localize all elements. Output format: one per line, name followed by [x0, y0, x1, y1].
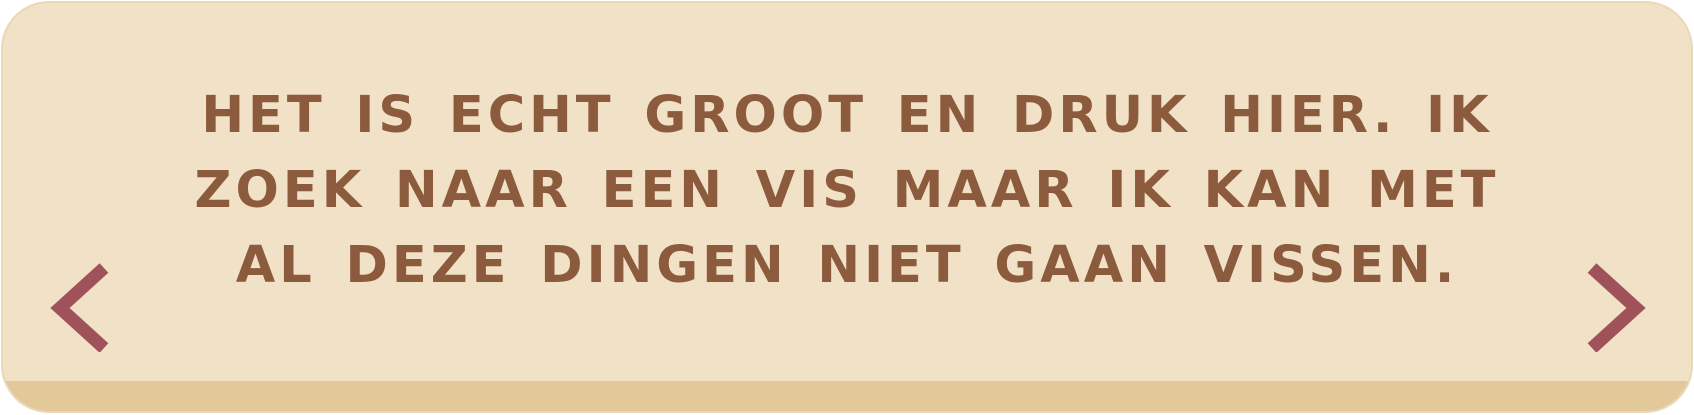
chevron-left-icon [50, 263, 109, 352]
next-button[interactable] [1580, 262, 1646, 352]
chevron-right-icon [1587, 263, 1646, 352]
dialog-panel-footer-strip [3, 381, 1691, 411]
dialog-text: Het is echt groot en druk hier. Ik zoek … [194, 86, 1500, 295]
previous-button[interactable] [50, 262, 116, 352]
